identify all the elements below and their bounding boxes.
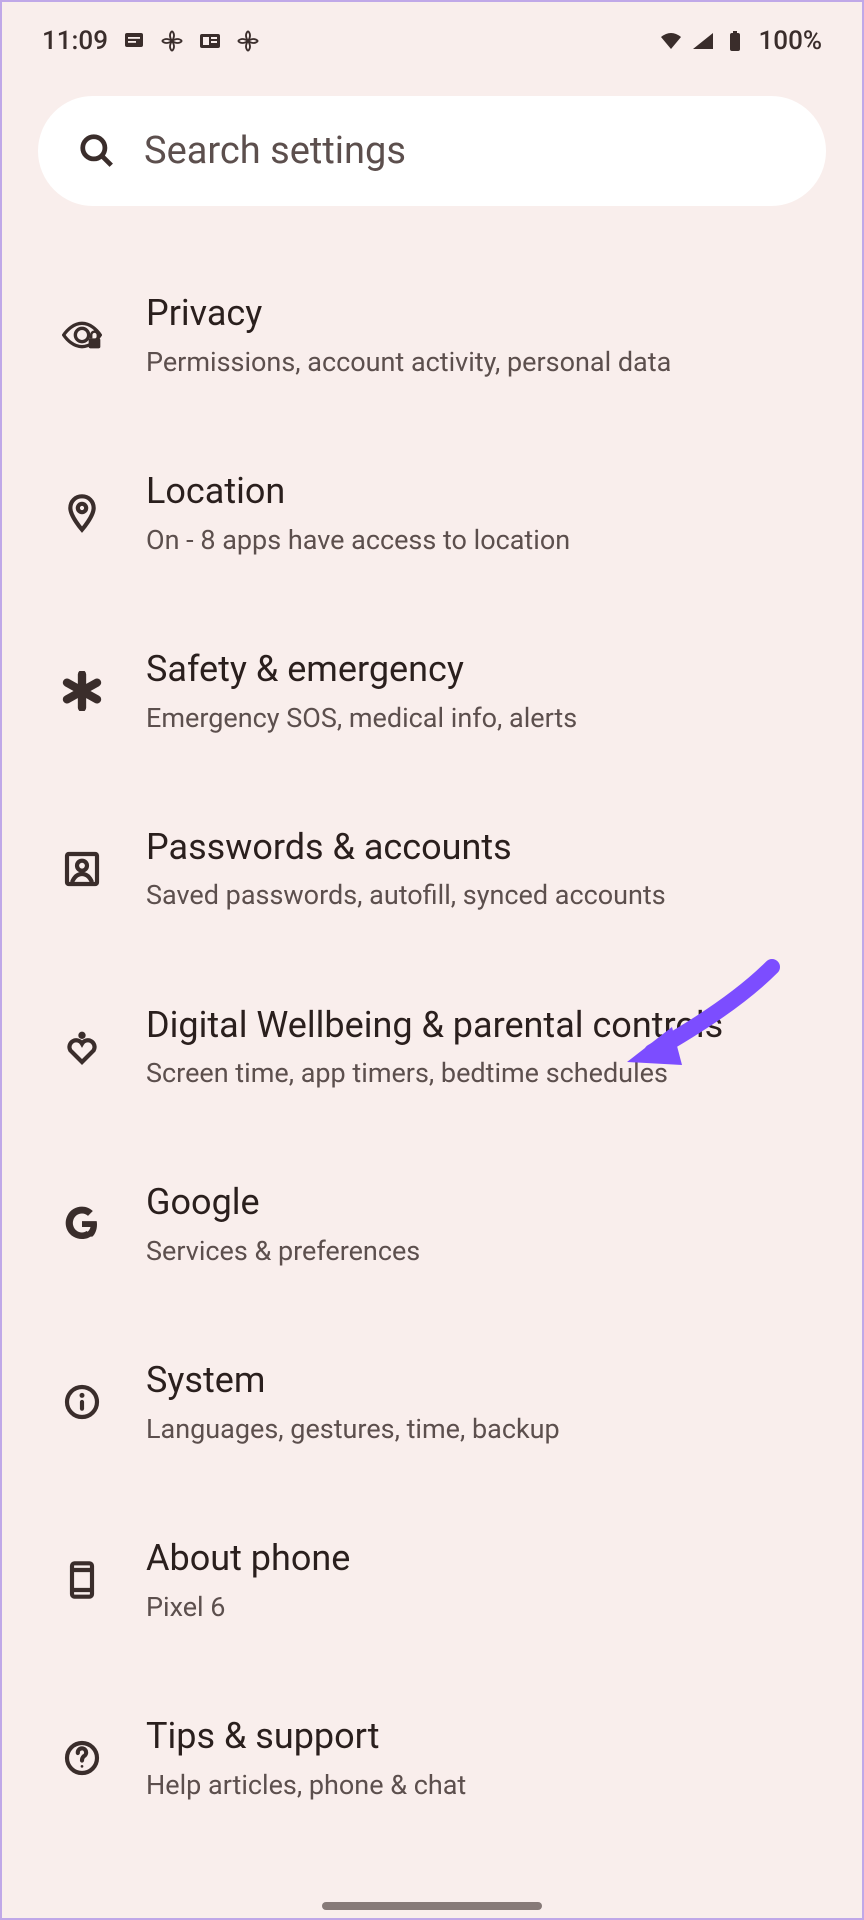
- pinwheel-icon-2: [236, 29, 260, 53]
- account-icon: [58, 849, 106, 889]
- settings-item-tips[interactable]: Tips & support Help articles, phone & ch…: [38, 1669, 826, 1847]
- news-icon: [198, 29, 222, 53]
- help-icon: [58, 1738, 106, 1778]
- item-title: Tips & support: [146, 1713, 806, 1760]
- status-right: 100%: [659, 26, 822, 56]
- battery-icon: [723, 29, 747, 53]
- item-title: Passwords & accounts: [146, 824, 806, 871]
- pinwheel-icon: [160, 29, 184, 53]
- annotation-arrow: [612, 957, 782, 1077]
- item-subtitle: Help articles, phone & chat: [146, 1768, 806, 1803]
- battery-percent: 100%: [759, 26, 822, 56]
- search-placeholder: Search settings: [144, 129, 406, 173]
- location-icon: [58, 493, 106, 533]
- signal-icon: [691, 29, 715, 53]
- wellbeing-icon: [58, 1027, 106, 1067]
- search-bar[interactable]: Search settings: [38, 96, 826, 206]
- settings-item-passwords[interactable]: Passwords & accounts Saved passwords, au…: [38, 780, 826, 958]
- settings-item-location[interactable]: Location On - 8 apps have access to loca…: [38, 424, 826, 602]
- privacy-icon: [58, 315, 106, 355]
- nav-handle[interactable]: [322, 1902, 542, 1910]
- message-icon: [122, 29, 146, 53]
- item-subtitle: Emergency SOS, medical info, alerts: [146, 701, 806, 736]
- item-title: Privacy: [146, 290, 806, 337]
- search-icon: [78, 132, 116, 170]
- asterisk-icon: [58, 671, 106, 711]
- status-bar: 11:09 100%: [2, 2, 862, 76]
- info-icon: [58, 1382, 106, 1422]
- item-subtitle: Pixel 6: [146, 1590, 806, 1625]
- item-subtitle: Saved passwords, autofill, synced accoun…: [146, 878, 806, 913]
- item-subtitle: Languages, gestures, time, backup: [146, 1412, 806, 1447]
- item-subtitle: On - 8 apps have access to location: [146, 523, 806, 558]
- item-title: Location: [146, 468, 806, 515]
- settings-item-privacy[interactable]: Privacy Permissions, account activity, p…: [38, 246, 826, 424]
- settings-item-google[interactable]: Google Services & preferences: [38, 1135, 826, 1313]
- item-title: System: [146, 1357, 806, 1404]
- settings-item-system[interactable]: System Languages, gestures, time, backup: [38, 1313, 826, 1491]
- item-subtitle: Permissions, account activity, personal …: [146, 345, 806, 380]
- item-title: Safety & emergency: [146, 646, 806, 693]
- status-time: 11:09: [42, 26, 108, 56]
- status-left: 11:09: [42, 26, 260, 56]
- item-subtitle: Services & preferences: [146, 1234, 806, 1269]
- settings-item-safety[interactable]: Safety & emergency Emergency SOS, medica…: [38, 602, 826, 780]
- google-icon: [58, 1204, 106, 1244]
- settings-item-about-phone[interactable]: About phone Pixel 6: [38, 1491, 826, 1669]
- wifi-icon: [659, 29, 683, 53]
- item-title: About phone: [146, 1535, 806, 1582]
- item-title: Google: [146, 1179, 806, 1226]
- phone-icon: [58, 1560, 106, 1600]
